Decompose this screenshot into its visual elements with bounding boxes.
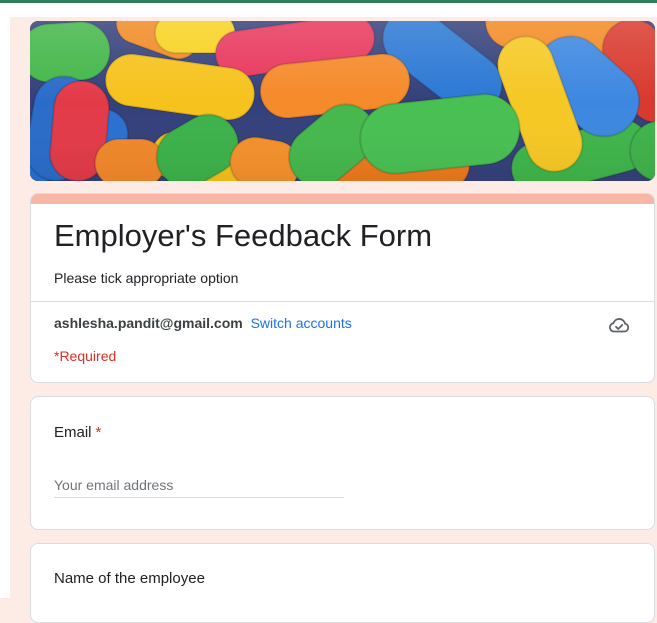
account-email: ashlesha.pandit@gmail.com [54,315,243,331]
header-banner-image [30,21,655,181]
form-title: Employer's Feedback Form [54,218,433,253]
card-accent-bar [31,194,654,204]
cloud-saved-icon[interactable] [607,315,631,335]
required-note: *Required [54,348,117,364]
form-description: Please tick appropriate option [54,270,239,286]
email-label-text: Email [54,424,92,441]
form-header-card: Employer's Feedback Form Please tick app… [30,193,655,383]
left-strip [0,3,10,598]
top-strip [0,3,657,17]
question-card-employee-name: Name of the employee [30,543,655,623]
question-label-email: Email * [54,424,101,441]
account-row: ashlesha.pandit@gmail.com Switch account… [54,315,352,331]
question-card-email: Email * [30,396,655,530]
required-asterisk: * [95,424,102,441]
question-label-employee-name: Name of the employee [54,570,205,587]
email-input[interactable] [54,473,344,498]
switch-accounts-link[interactable]: Switch accounts [251,315,352,331]
header-divider [31,301,654,302]
